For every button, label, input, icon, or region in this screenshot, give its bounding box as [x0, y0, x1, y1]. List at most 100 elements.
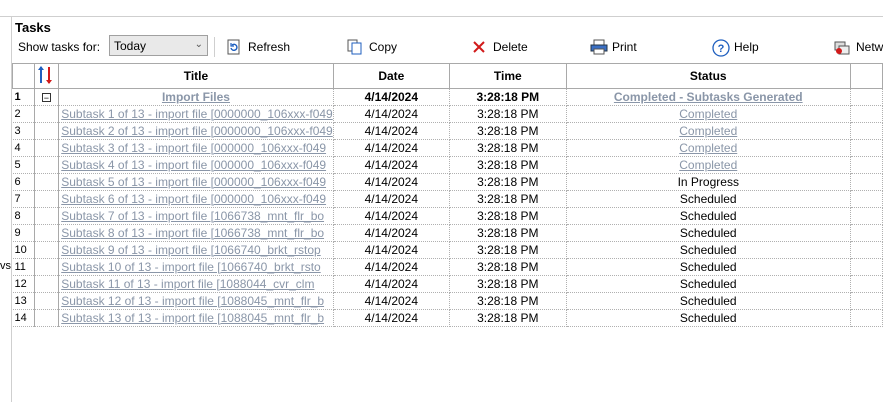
task-title-link[interactable]: Subtask 3 of 13 - import file [000000_10…	[58, 139, 334, 157]
delete-label: Delete	[493, 40, 528, 54]
task-title-link[interactable]: Subtask 2 of 13 - import file [0000000_1…	[58, 122, 334, 140]
task-title-link[interactable]: Subtask 10 of 13 - import file [1066740_…	[58, 258, 334, 276]
expand-cell[interactable]: −	[34, 88, 60, 106]
task-date: 4/14/2024	[333, 309, 450, 327]
task-status: Scheduled	[566, 190, 851, 208]
task-time: 3:28:18 PM	[449, 224, 567, 242]
task-time: 3:28:18 PM	[449, 292, 567, 310]
table-row[interactable]: 14 Subtask 13 of 13 - import file [108804…	[12, 309, 883, 327]
table-row[interactable]: 6 Subtask 5 of 13 - import file [000000_1…	[12, 173, 883, 191]
header-row: Title Date Time Status	[12, 63, 883, 89]
task-title-link[interactable]: Subtask 5 of 13 - import file [000000_10…	[58, 173, 334, 191]
task-title-link[interactable]: Subtask 9 of 13 - import file [1066740_b…	[58, 241, 334, 259]
row-number: 12	[12, 275, 35, 293]
print-button[interactable]: Print	[590, 37, 637, 57]
refresh-icon	[226, 39, 242, 55]
task-table: Title Date Time Status 1− Import Files 4/1…	[12, 63, 883, 327]
extra-cell	[850, 156, 883, 174]
time-column-header[interactable]: Time	[448, 63, 567, 89]
table-row[interactable]: 11 Subtask 10 of 13 - import file [106674…	[12, 258, 883, 276]
task-status[interactable]: Completed - Subtasks Generated	[566, 88, 851, 106]
task-title-link[interactable]: Subtask 4 of 13 - import file [000000_10…	[58, 156, 334, 174]
table-row[interactable]: 5 Subtask 4 of 13 - import file [000000_1…	[12, 156, 883, 174]
expand-cell	[34, 122, 60, 140]
table-row[interactable]: 8 Subtask 7 of 13 - import file [1066738_…	[12, 207, 883, 225]
task-status[interactable]: Completed	[566, 105, 851, 123]
status-column-header[interactable]: Status	[565, 63, 851, 89]
show-tasks-dropdown[interactable]: Today ⌄	[109, 35, 208, 56]
row-number: 1	[12, 88, 35, 106]
extra-cell	[850, 224, 883, 242]
delete-button[interactable]: Delete	[471, 37, 528, 57]
row-number: 6	[12, 173, 35, 191]
task-title-link[interactable]: Subtask 7 of 13 - import file [1066738_m…	[58, 207, 334, 225]
task-date: 4/14/2024	[333, 139, 450, 157]
task-status: Scheduled	[566, 275, 851, 293]
task-title-link[interactable]: Subtask 13 of 13 - import file [1088045_…	[58, 309, 334, 327]
expand-cell	[34, 139, 60, 157]
copy-button[interactable]: Copy	[347, 37, 397, 57]
help-button[interactable]: ? Help	[712, 37, 759, 57]
row-number: 3	[12, 122, 35, 140]
network-label: Netw	[856, 40, 883, 54]
table-row[interactable]: 3 Subtask 2 of 13 - import file [0000000_…	[12, 122, 883, 140]
expand-cell	[34, 309, 60, 327]
expand-cell	[34, 207, 60, 225]
task-status[interactable]: Completed	[566, 139, 851, 157]
refresh-button[interactable]: Refresh	[226, 37, 290, 57]
extra-cell	[850, 122, 883, 140]
expand-cell	[34, 105, 60, 123]
task-title-link[interactable]: Subtask 6 of 13 - import file [000000_10…	[58, 190, 334, 208]
row-number: 10	[12, 241, 35, 259]
table-row[interactable]: 12 Subtask 11 of 13 - import file [108804…	[12, 275, 883, 293]
print-label: Print	[612, 40, 637, 54]
extra-cell	[850, 241, 883, 259]
expand-cell	[34, 292, 60, 310]
table-row[interactable]: 4 Subtask 3 of 13 - import file [000000_1…	[12, 139, 883, 157]
extra-cell	[850, 258, 883, 276]
expand-cell	[34, 258, 60, 276]
task-title-link[interactable]: Subtask 1 of 13 - import file [0000000_1…	[58, 105, 334, 123]
task-date: 4/14/2024	[333, 173, 450, 191]
table-row[interactable]: 10 Subtask 9 of 13 - import file [1066740…	[12, 241, 883, 259]
task-time: 3:28:18 PM	[449, 190, 567, 208]
task-title-link[interactable]: Subtask 8 of 13 - import file [1066738_m…	[58, 224, 334, 242]
dropdown-value: Today	[114, 39, 147, 53]
title-column-header[interactable]: Title	[58, 63, 334, 89]
table-row[interactable]: 2 Subtask 1 of 13 - import file [0000000_…	[12, 105, 883, 123]
task-title-link[interactable]: Subtask 12 of 13 - import file [1088045_…	[58, 292, 334, 310]
network-button[interactable]: Netw	[834, 37, 883, 57]
table-row[interactable]: 1− Import Files 4/14/2024 3:28:18 PM Complet…	[12, 88, 883, 106]
extra-cell	[850, 173, 883, 191]
sort-toggle-header[interactable]	[33, 63, 60, 89]
task-date: 4/14/2024	[333, 241, 450, 259]
help-icon: ?	[712, 39, 730, 57]
task-date: 4/14/2024	[333, 258, 450, 276]
task-status: Scheduled	[566, 292, 851, 310]
row-number: 13	[12, 292, 35, 310]
task-date: 4/14/2024	[333, 190, 450, 208]
task-time: 3:28:18 PM	[449, 275, 567, 293]
task-time: 3:28:18 PM	[449, 139, 567, 157]
task-title-link[interactable]: Subtask 11 of 13 - import file [1088044_…	[58, 275, 334, 293]
table-row[interactable]: 9 Subtask 8 of 13 - import file [1066738_…	[12, 224, 883, 242]
table-row[interactable]: 13 Subtask 12 of 13 - import file [108804…	[12, 292, 883, 310]
task-status: In Progress	[566, 173, 851, 191]
table-row[interactable]: 7 Subtask 6 of 13 - import file [000000_1…	[12, 190, 883, 208]
task-time: 3:28:18 PM	[449, 241, 567, 259]
side-label: vs	[0, 260, 11, 272]
task-title-link[interactable]: Import Files	[58, 88, 334, 106]
network-icon	[834, 39, 850, 55]
row-number: 7	[12, 190, 35, 208]
task-date: 4/14/2024	[333, 207, 450, 225]
extra-cell	[850, 88, 883, 106]
row-number: 9	[12, 224, 35, 242]
task-date: 4/14/2024	[333, 88, 450, 106]
task-status[interactable]: Completed	[566, 156, 851, 174]
task-status[interactable]: Completed	[566, 122, 851, 140]
tasks-panel: Tasks Show tasks for: Today ⌄ Refresh Co…	[12, 17, 883, 402]
date-column-header[interactable]: Date	[332, 63, 450, 89]
collapse-icon[interactable]: −	[41, 93, 51, 103]
show-tasks-label: Show tasks for:	[18, 40, 101, 54]
row-number: 2	[12, 105, 35, 123]
